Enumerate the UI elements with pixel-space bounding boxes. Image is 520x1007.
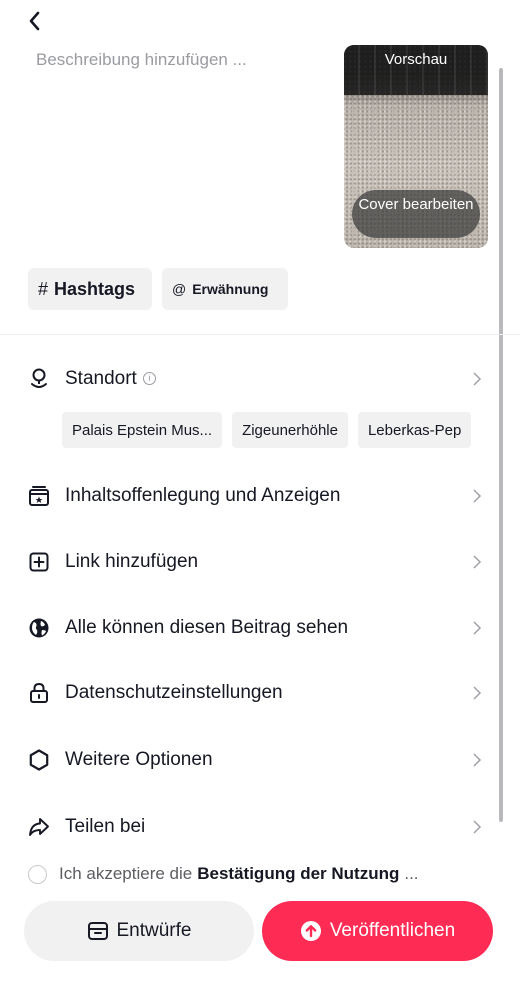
at-icon: @ (172, 281, 187, 297)
chevron-right-icon (470, 820, 484, 834)
add-link-icon (27, 550, 51, 574)
location-suggestion[interactable]: Leberkas-Pep (357, 412, 472, 448)
terms-consent: Ich akzeptiere die Bestätigung der Nutzu… (28, 862, 508, 886)
chevron-right-icon (470, 489, 484, 503)
consent-suffix: ... (404, 864, 419, 883)
privacy-settings-row[interactable]: Datenschutzeinstellungen (0, 671, 500, 715)
location-row[interactable]: Standort i (0, 357, 500, 401)
gear-icon (27, 748, 51, 772)
drafts-icon (87, 921, 109, 941)
mention-label: Erwähnung (192, 281, 269, 297)
edit-cover-button[interactable]: Cover bearbeiten (352, 190, 480, 238)
back-button[interactable] (26, 6, 56, 36)
drafts-button[interactable]: Entwürfe (24, 901, 254, 961)
more-options-row[interactable]: Weitere Optionen (0, 738, 500, 782)
add-link-label: Link hinzufügen (65, 551, 199, 572)
location-suggestions: Palais Epstein Mus... Zigeunerhöhle Lebe… (62, 412, 520, 448)
chevron-right-icon (470, 686, 484, 700)
lock-icon (27, 681, 51, 705)
hash-icon: # (38, 278, 49, 299)
content-disclosure-row[interactable]: Inhaltsoffenlegung und Anzeigen (0, 474, 500, 518)
share-row[interactable]: Teilen bei (0, 805, 500, 849)
description-input[interactable]: Beschreibung hinzufügen ... (36, 50, 247, 70)
privacy-settings-label: Datenschutzeinstellungen (65, 682, 283, 703)
info-icon[interactable]: i (142, 372, 156, 386)
consent-radio[interactable] (28, 864, 47, 884)
mention-button[interactable]: @ Erwähnung (162, 268, 288, 310)
visibility-label: Alle können diesen Beitrag sehen (65, 617, 349, 638)
location-label-wrap: Standort i (65, 368, 156, 390)
preview-label: Vorschau (384, 51, 448, 68)
share-label: Teilen bei (65, 816, 146, 837)
share-arrow-icon (27, 815, 51, 839)
cover-preview[interactable]: Vorschau Cover bearbeiten (344, 45, 488, 248)
chevron-right-icon (470, 555, 484, 569)
divider (0, 334, 520, 335)
location-pin-icon (27, 367, 51, 391)
publish-label: Veröffentlichen (329, 920, 456, 941)
chevron-right-icon (470, 621, 484, 635)
location-label: Standort (65, 368, 137, 389)
more-options-label: Weitere Optionen (65, 749, 213, 770)
hashtags-label: Hashtags (54, 278, 136, 299)
publish-button[interactable]: Veröffentlichen (262, 901, 493, 961)
chevron-right-icon (470, 753, 484, 767)
terms-link[interactable]: Bestätigung der Nutzung (197, 864, 399, 884)
visibility-row[interactable]: Alle können diesen Beitrag sehen (0, 606, 500, 650)
consent-prefix: Ich akzeptiere die (59, 864, 193, 883)
globe-icon (27, 616, 51, 640)
drafts-label: Entwürfe (116, 920, 192, 941)
ad-disclosure-icon (27, 484, 51, 508)
upload-arrow-icon (300, 920, 322, 942)
location-suggestion[interactable]: Zigeunerhöhle (232, 412, 348, 448)
chevron-right-icon (470, 372, 484, 386)
location-suggestion[interactable]: Palais Epstein Mus... (62, 412, 223, 448)
add-link-row[interactable]: Link hinzufügen (0, 540, 500, 584)
hashtags-button[interactable]: # Hashtags (28, 268, 152, 310)
content-disclosure-label: Inhaltsoffenlegung und Anzeigen (65, 485, 341, 506)
chevron-left-icon (29, 11, 40, 31)
